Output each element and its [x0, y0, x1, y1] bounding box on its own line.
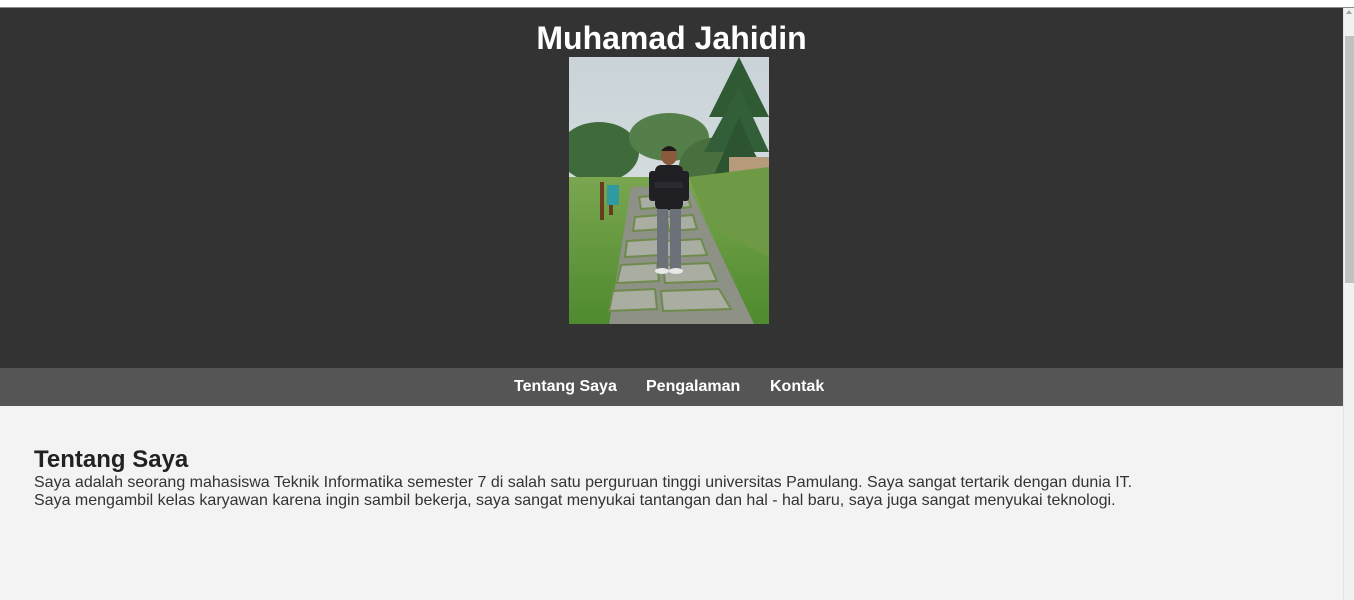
nav-link-pengalaman[interactable]: Pengalaman	[646, 368, 740, 406]
main-nav: Tentang Saya Pengalaman Kontak	[0, 368, 1343, 406]
nav-link-tentang-saya[interactable]: Tentang Saya	[514, 368, 617, 406]
scrollbar-thumb[interactable]	[1345, 36, 1354, 283]
about-paragraph-2: Saya mengambil kelas karyawan karena ing…	[34, 492, 1116, 509]
about-title: Tentang Saya	[34, 446, 189, 473]
nav-link-kontak[interactable]: Kontak	[770, 368, 824, 406]
page: Muhamad Jahidin Tentang Saya Pengalaman …	[0, 8, 1343, 600]
profile-photo	[569, 57, 769, 324]
about-section: Tentang Saya Saya adalah seorang mahasis…	[34, 446, 1314, 510]
page-title: Muhamad Jahidin	[536, 20, 807, 56]
hero-header: Muhamad Jahidin	[0, 8, 1343, 368]
about-paragraph-1: Saya adalah seorang mahasiswa Teknik Inf…	[34, 474, 1133, 491]
scroll-up-arrow-icon[interactable]	[1346, 10, 1352, 14]
vertical-scrollbar[interactable]	[1343, 8, 1354, 600]
